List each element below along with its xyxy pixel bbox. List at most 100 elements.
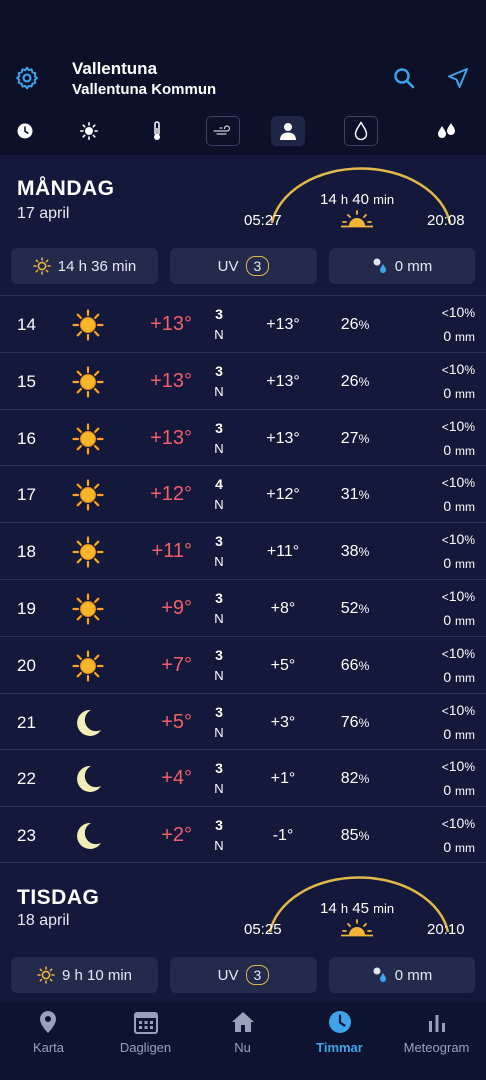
sun-icon — [72, 536, 104, 568]
prob-value: 10 — [448, 701, 465, 718]
feels-like: +13° — [266, 316, 300, 333]
sun-icon — [72, 366, 104, 398]
bar-chart-icon — [429, 1015, 445, 1032]
prob-unit: % — [464, 760, 475, 775]
precip-unit: mm — [455, 613, 475, 628]
precip-value: 0 — [443, 555, 452, 572]
uv-value: 3 — [245, 965, 270, 985]
location-subtitle[interactable]: Vallentuna Kommun — [72, 81, 216, 98]
rain-drop-icon — [373, 967, 386, 982]
temperature: +7° — [161, 653, 192, 676]
nav-item-nu[interactable]: Nu — [194, 1002, 291, 1080]
wind-direction: N — [214, 383, 224, 399]
hourly-row[interactable]: 16 +13° 3 N +13° 27% <10% 0 mm — [0, 408, 486, 466]
humidity-value: 85 — [340, 827, 359, 845]
clock-icon — [329, 1011, 351, 1033]
temperature: +13° — [150, 313, 192, 335]
wind-speed: 3 — [215, 419, 223, 436]
daylight-hours: 14 — [320, 191, 337, 208]
hourly-row[interactable]: 18 +11° 3 N +11° 38% <10% 0 mm — [0, 522, 486, 579]
humidity-value: 31 — [340, 486, 359, 504]
toolbar-weather-button[interactable] — [72, 116, 106, 146]
humidity-unit: % — [358, 658, 370, 673]
wind-direction: N — [214, 838, 224, 854]
hourly-row[interactable]: 20 +7° 3 N +5° 66% <10% 0 mm — [0, 635, 486, 693]
toolbar-time-button[interactable] — [8, 116, 42, 146]
feels-like: +8° — [270, 599, 296, 617]
daylight-minutes-unit: min — [373, 901, 395, 916]
location-title[interactable]: Vallentuna — [72, 59, 157, 79]
nav-item-karta[interactable]: Karta — [0, 1002, 97, 1080]
humidity: 52% — [330, 600, 380, 618]
feels-like: +3° — [270, 713, 296, 731]
navigation-arrow-icon[interactable] — [446, 66, 470, 90]
precip-unit: mm — [455, 386, 475, 401]
humidity: 76% — [330, 714, 380, 732]
temperature: +11° — [151, 540, 192, 563]
nav-label: Dagligen — [119, 1040, 172, 1055]
hourly-row[interactable]: 21 +5° 3 N +3° 76% <10% 0 mm — [0, 692, 486, 750]
precip-value: 0 — [443, 611, 452, 628]
hour-label: 18 — [17, 542, 36, 562]
wind: 3N — [208, 590, 230, 626]
hourly-row[interactable]: 14 +13° 3 N +13° 26% <10% 0 mm — [0, 295, 486, 352]
precip-unit: mm — [455, 500, 475, 515]
feels-like: +13° — [266, 372, 300, 390]
prob-value: 10 — [448, 587, 465, 604]
feels-like: +11° — [266, 543, 300, 561]
nav-item-dagligen[interactable]: Dagligen — [97, 1002, 194, 1080]
prob-prefix: < — [441, 589, 449, 604]
prob-value: 10 — [448, 304, 465, 320]
precip-unit: mm — [455, 841, 475, 856]
sunrise-time: 05:25 — [244, 921, 282, 938]
temperature: +4° — [161, 767, 192, 790]
hourly-row[interactable]: 22 +4° 3 N +1° 82% <10% 0 mm — [0, 749, 486, 806]
precip-amount: 0 mm — [443, 782, 475, 798]
feels-like: -1° — [272, 827, 294, 845]
nav-item-meteogram[interactable]: Meteogram — [388, 1002, 485, 1080]
daylight-hours-unit: h — [340, 192, 349, 207]
search-icon[interactable] — [392, 66, 416, 90]
prob-prefix: < — [441, 533, 449, 548]
hourly-row[interactable]: 19 +9° 3 N +8° 52% <10% 0 mm — [0, 578, 486, 636]
sunshine-chip: 9 h 10 min — [11, 957, 158, 993]
precip-value: 0 — [443, 328, 452, 344]
wind: 3N — [208, 647, 230, 683]
sun-icon — [72, 422, 104, 455]
prob-prefix: < — [441, 703, 449, 718]
daylight-minutes: 40 — [352, 191, 369, 208]
person-icon — [280, 123, 296, 140]
prob-prefix: < — [441, 760, 449, 775]
precip-unit: mm — [455, 727, 475, 742]
nav-item-timmar[interactable]: Timmar — [291, 1002, 388, 1080]
humidity: 38% — [330, 543, 380, 561]
hour-label: 21 — [17, 712, 36, 732]
moon-icon — [72, 820, 104, 852]
view-toolbar — [0, 116, 486, 148]
toolbar-temperature-button[interactable] — [140, 116, 174, 146]
drops-icon — [438, 123, 455, 138]
precip-unit: mm — [455, 443, 475, 458]
toolbar-humidity-button[interactable] — [344, 116, 378, 146]
humidity-value: 82 — [340, 770, 359, 788]
humidity-value: 66 — [340, 656, 359, 674]
wind-direction: N — [214, 440, 224, 456]
hourly-row[interactable]: 23 +2° 3 N -1° 85% <10% 0 mm — [0, 806, 486, 863]
toolbar-precipitation-button[interactable] — [430, 116, 464, 146]
home-icon — [232, 1012, 254, 1032]
hourly-row[interactable]: 17 +12° 4 N +12° 31% <10% 0 mm — [0, 465, 486, 522]
wind-speed: 3 — [215, 362, 223, 379]
settings-gear-icon[interactable] — [14, 65, 40, 91]
precip-amount: 0 mm — [443, 612, 475, 628]
hourly-row[interactable]: 15 +13° 3 N +13° 26% <10% 0 mm — [0, 351, 486, 409]
precip-amount: 0 mm — [443, 669, 475, 685]
feels-like: +5° — [270, 656, 296, 674]
sunset-time: 20:10 — [427, 921, 465, 938]
precip-probability: <10% — [442, 588, 475, 604]
sun-icon — [72, 309, 104, 341]
wind-speed: 3 — [215, 589, 223, 606]
humidity-value: 26 — [340, 372, 359, 390]
temperature: +9° — [161, 596, 192, 619]
toolbar-wind-button[interactable] — [206, 116, 240, 146]
toolbar-feels-like-button[interactable] — [271, 116, 305, 146]
